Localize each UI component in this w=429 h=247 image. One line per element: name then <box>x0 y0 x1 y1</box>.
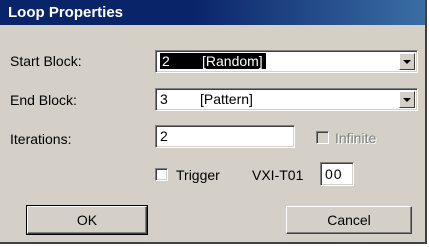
chevron-down-icon <box>403 60 411 64</box>
iterations-value: 2 <box>160 128 168 144</box>
start-block-number: 2 <box>162 53 170 69</box>
start-block-dropdown-button[interactable] <box>399 53 415 70</box>
ok-button[interactable]: OK <box>26 205 148 235</box>
vxi-field[interactable]: 00 <box>320 162 354 186</box>
start-block-text: [Random] <box>202 53 263 69</box>
trigger-checkbox[interactable] <box>155 168 168 181</box>
end-block-text: [Pattern] <box>200 91 253 107</box>
start-block-selection: 2 [Random] <box>160 53 266 69</box>
vxi-value: 00 <box>325 166 343 182</box>
iterations-field[interactable]: 2 <box>155 125 295 148</box>
start-block-combo[interactable]: 2 [Random] <box>155 50 418 73</box>
iterations-label: Iterations: <box>10 131 72 147</box>
cancel-button[interactable]: Cancel <box>286 206 412 234</box>
infinite-label: Infinite <box>335 130 377 146</box>
end-block-combo[interactable]: 3 [Pattern] <box>155 88 418 111</box>
loop-properties-dialog: Loop Properties Start Block: 2 [Random] E… <box>0 0 427 244</box>
vxi-label: VXI-T01 <box>252 167 304 183</box>
infinite-checkbox[interactable] <box>316 131 329 144</box>
start-block-label: Start Block: <box>10 53 82 69</box>
end-block-dropdown-button[interactable] <box>399 91 415 108</box>
title-bar[interactable]: Loop Properties <box>0 0 425 25</box>
chevron-down-icon <box>403 98 411 102</box>
end-block-number: 3 <box>160 91 168 107</box>
trigger-label: Trigger <box>176 167 220 183</box>
end-block-label: End Block: <box>10 92 77 108</box>
dialog-title: Loop Properties <box>8 4 124 21</box>
